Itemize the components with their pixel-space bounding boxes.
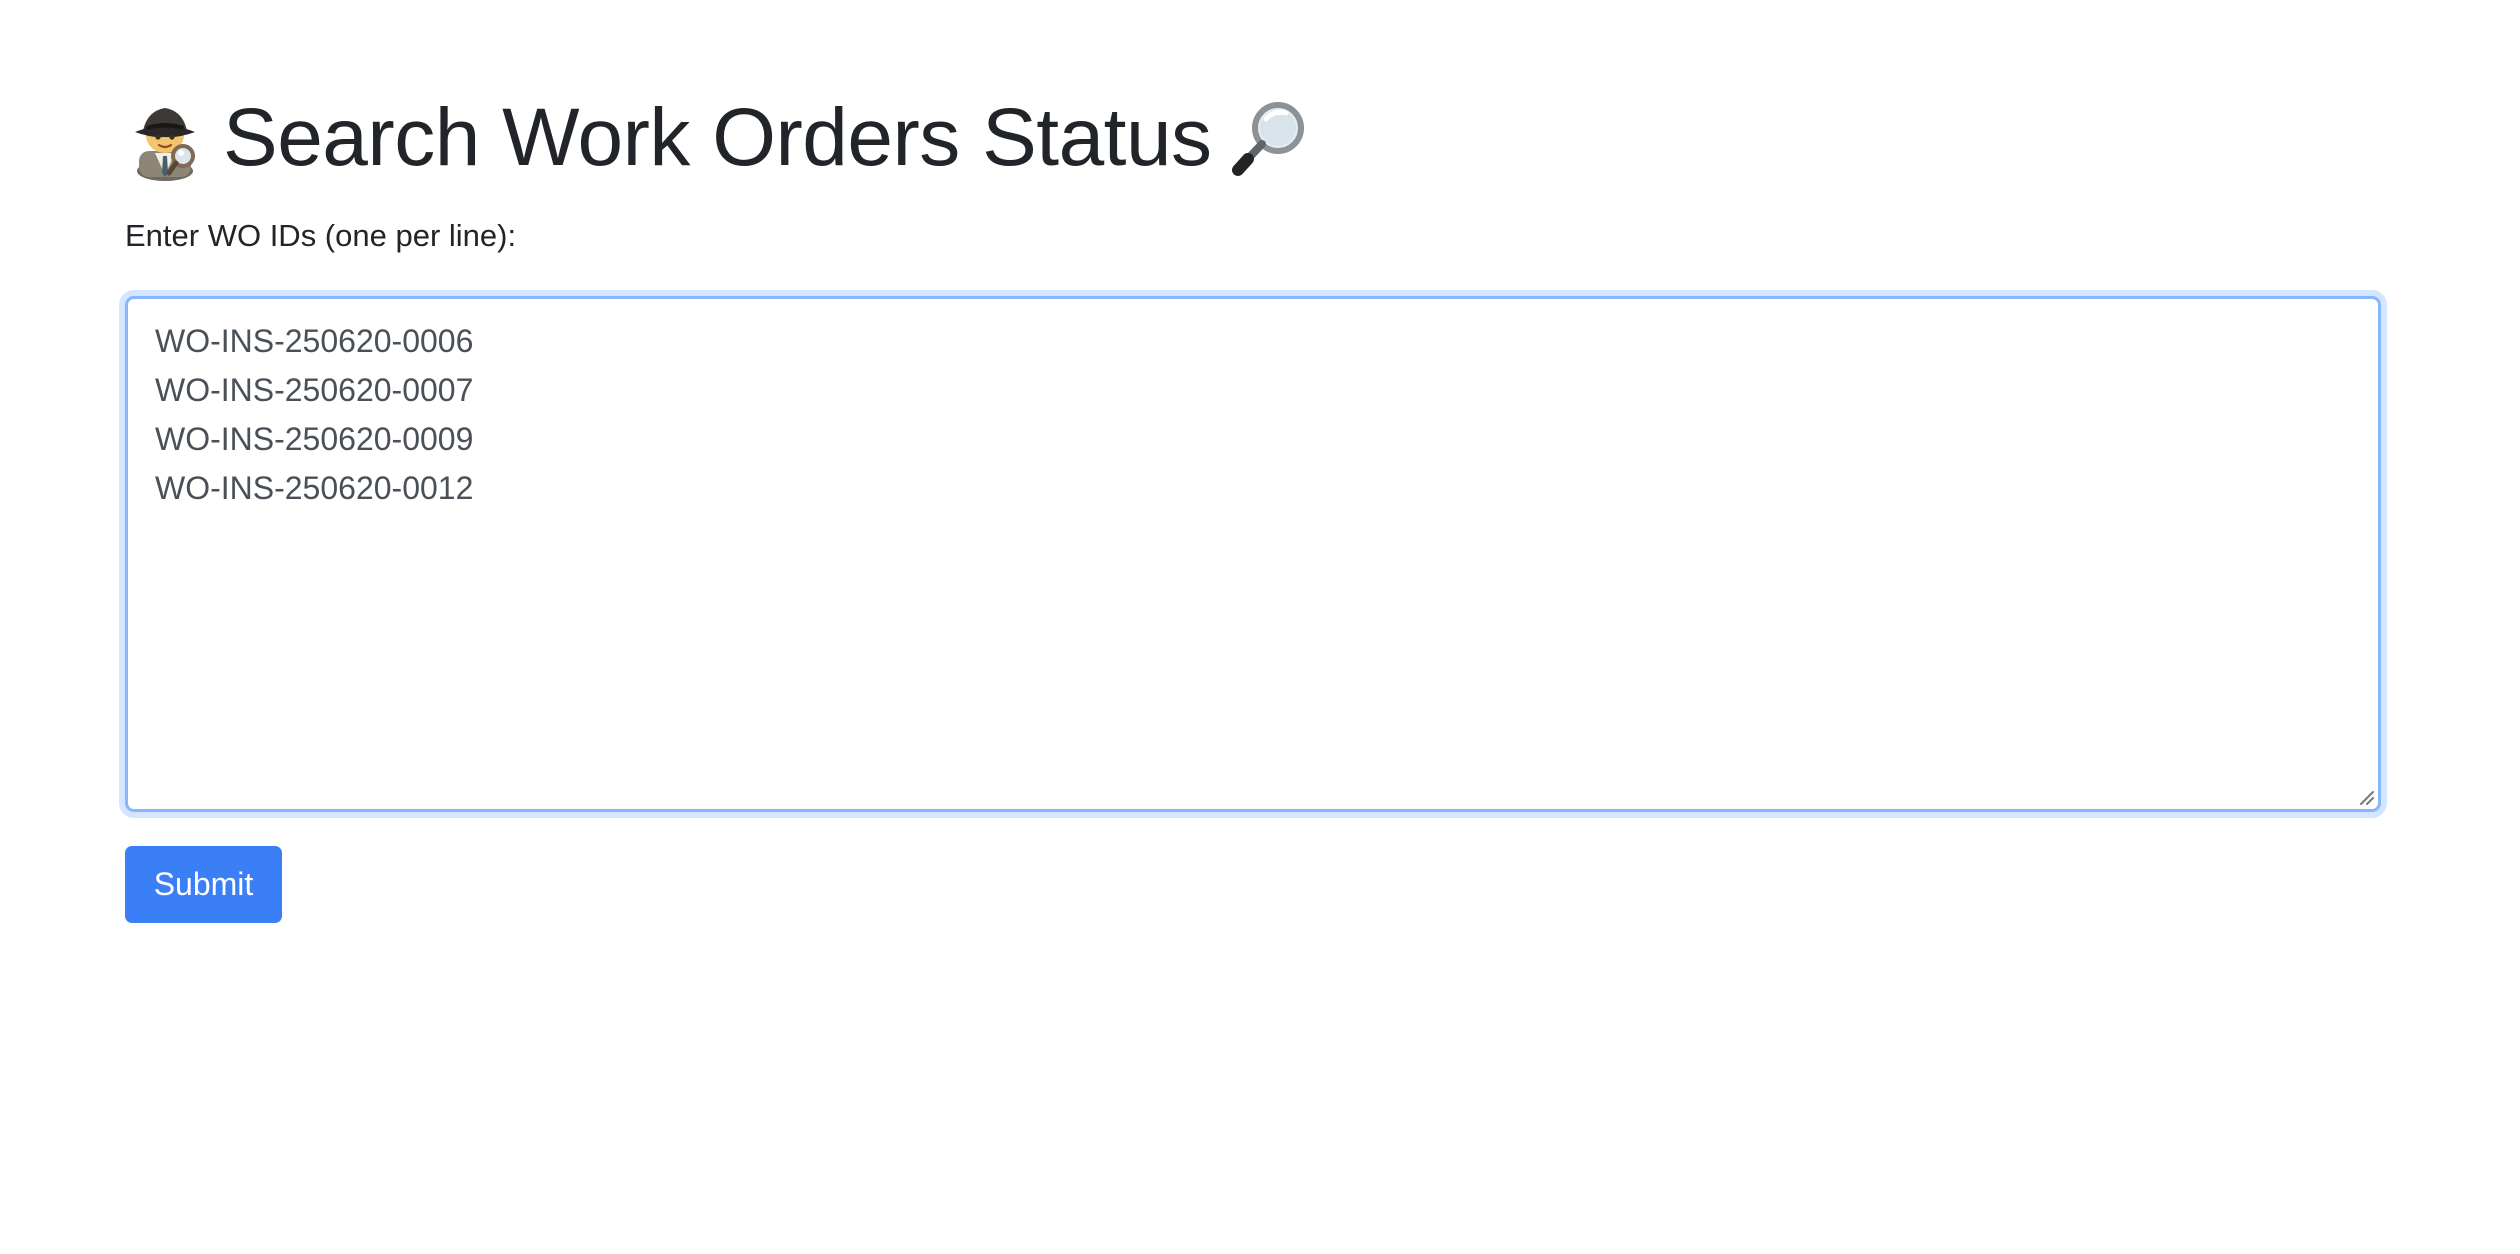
magnifying-glass-icon: [1230, 95, 1310, 181]
submit-button[interactable]: Submit: [125, 846, 282, 923]
wo-id-line[interactable]: WO-INS-250620-0012: [155, 464, 2351, 513]
main-container: Search Work Orders Status Enter WO IDs (…: [125, 88, 2383, 923]
wo-ids-textarea[interactable]: WO-INS-250620-0006 WO-INS-250620-0007 WO…: [125, 296, 2381, 812]
detective-emoji-icon: [125, 95, 205, 181]
wo-id-line[interactable]: WO-INS-250620-0007: [155, 366, 2351, 415]
wo-id-line[interactable]: WO-INS-250620-0006: [155, 317, 2351, 366]
page-title: Search Work Orders Status: [125, 88, 2383, 188]
page-title-text: Search Work Orders Status: [223, 91, 1212, 183]
resize-handle-icon[interactable]: [2356, 787, 2374, 805]
wo-ids-label: Enter WO IDs (one per line):: [125, 218, 517, 253]
wo-id-line[interactable]: WO-INS-250620-0009: [155, 415, 2351, 464]
